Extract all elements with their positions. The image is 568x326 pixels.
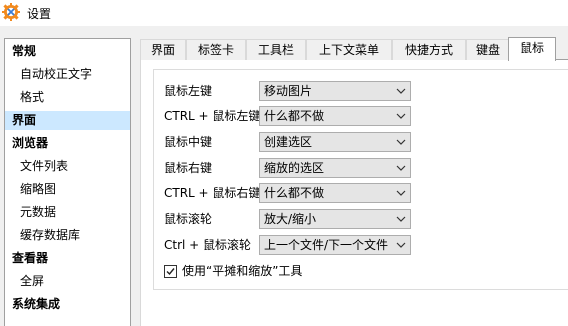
title-bar: 设置 [0, 0, 568, 26]
tab-keyboard[interactable]: 键盘 [466, 39, 510, 60]
tab-mouse[interactable]: 鼠标 [508, 37, 556, 61]
tab-interface[interactable]: 界面 [140, 39, 186, 60]
sidebar-item-fullscreen[interactable]: 全屏 [5, 272, 130, 291]
right-button-value: 缩放的选区 [264, 161, 325, 175]
ctrl-left-button-select[interactable]: 什么都不做 [259, 106, 411, 126]
app-gear-icon [2, 3, 20, 21]
ctrl-right-button-label: CTRL + 鼠标右键 [164, 186, 261, 200]
chevron-down-icon [396, 139, 406, 145]
sidebar-item-cache-db[interactable]: 缓存数据库 [5, 226, 130, 245]
chevron-down-icon [396, 113, 406, 119]
sidebar-item-general[interactable]: 常规 [5, 42, 130, 61]
checkmark-icon [166, 267, 175, 275]
tab-toolbar[interactable]: 工具栏 [246, 39, 306, 60]
left-button-label: 鼠标左键 [164, 84, 213, 98]
sidebar-item-browser[interactable]: 浏览器 [5, 134, 130, 153]
pan-zoom-tool-label: 使用“平摊和缩放”工具 [182, 264, 303, 278]
chevron-down-icon [396, 242, 406, 248]
chevron-down-icon [396, 216, 406, 222]
tab-context-menu[interactable]: 上下文菜单 [306, 39, 392, 60]
ctrl-left-button-label: CTRL + 鼠标左键 [164, 109, 261, 123]
sidebar-item-metadata[interactable]: 元数据 [5, 203, 130, 222]
middle-button-label: 鼠标中键 [164, 135, 213, 149]
tab-shortcuts[interactable]: 快捷方式 [392, 39, 466, 60]
left-button-select[interactable]: 移动图片 [259, 81, 411, 101]
wheel-select[interactable]: 放大/缩小 [259, 209, 411, 229]
ctrl-wheel-label: Ctrl + 鼠标滚轮 [164, 238, 252, 252]
middle-button-select[interactable]: 创建选区 [259, 132, 411, 152]
sidebar-item-system-integration[interactable]: 系统集成 [5, 295, 130, 314]
sidebar-item-interface[interactable]: 界面 [5, 111, 130, 130]
sidebar-item-file-list[interactable]: 文件列表 [5, 157, 130, 176]
ctrl-right-button-select[interactable]: 什么都不做 [259, 183, 411, 203]
right-button-select[interactable]: 缩放的选区 [259, 158, 411, 178]
ctrl-wheel-select[interactable]: 上一个文件/下一个文件 [259, 235, 411, 255]
tab-tabs[interactable]: 标签卡 [186, 39, 246, 60]
pan-zoom-tool-checkbox[interactable] [164, 264, 177, 278]
wheel-label: 鼠标滚轮 [164, 212, 213, 226]
right-button-label: 鼠标右键 [164, 161, 213, 175]
sidebar-item-thumbnails[interactable]: 缩略图 [5, 180, 130, 199]
wheel-value: 放大/缩小 [264, 212, 317, 226]
chevron-down-icon [396, 165, 406, 171]
ctrl-wheel-value: 上一个文件/下一个文件 [264, 238, 389, 252]
sidebar-item-formats[interactable]: 格式 [5, 88, 130, 107]
chevron-down-icon [396, 190, 406, 196]
left-button-value: 移动图片 [264, 84, 313, 98]
middle-button-value: 创建选区 [264, 135, 313, 149]
pan-zoom-tool-option[interactable]: 使用“平摊和缩放”工具 [164, 262, 302, 280]
window-title: 设置 [27, 7, 52, 21]
settings-category-tree[interactable]: 常规 自动校正文字 格式 界面 浏览器 文件列表 缩略图 元数据 缓存数据库 查… [4, 38, 131, 326]
sidebar-item-viewer[interactable]: 查看器 [5, 249, 130, 268]
mouse-settings-group [153, 69, 568, 290]
ctrl-right-button-value: 什么都不做 [264, 186, 325, 200]
ctrl-left-button-value: 什么都不做 [264, 109, 325, 123]
chevron-down-icon [396, 88, 406, 94]
tab-bar: 界面 标签卡 工具栏 上下文菜单 快捷方式 键盘 鼠标 [140, 37, 568, 61]
sidebar-item-autocorrect[interactable]: 自动校正文字 [5, 65, 130, 84]
